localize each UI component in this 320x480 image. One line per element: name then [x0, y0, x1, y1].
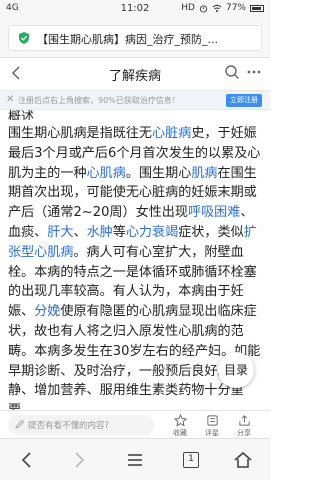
share-icon: [238, 415, 250, 426]
favorite-label: 收藏: [173, 429, 187, 437]
rate-button[interactable]: 评星: [200, 414, 224, 438]
rate-icon: [206, 415, 218, 426]
article-link[interactable]: 呼吸困难: [188, 205, 240, 220]
secure-shield-icon: [19, 32, 29, 44]
register-notice: ✕ 注册后点右上角搜索，90%已获取治疗信息！ 立即注册: [0, 90, 270, 110]
article-link[interactable]: 心力衰竭: [126, 225, 178, 240]
menu-icon[interactable]: [124, 449, 146, 471]
rate-label: 评星: [205, 429, 219, 437]
article-text: 等: [112, 224, 126, 240]
hd-indicator: HD: [181, 3, 195, 13]
url-field[interactable]: 【围生期心肌病】病因_治疗_预防_...: [8, 25, 262, 51]
article-link[interactable]: 心肌病: [87, 166, 126, 181]
article-link[interactable]: 心脏病: [152, 126, 191, 141]
article-text: 围生期心肌病是指既往无: [8, 126, 153, 141]
article-link[interactable]: 肌病: [191, 166, 217, 181]
comment-placeholder: 提否有看不懂的内容？: [28, 421, 114, 431]
comment-input[interactable]: 提否有看不懂的内容？: [8, 415, 154, 435]
battery-icon: [250, 4, 264, 12]
close-icon[interactable]: ✕: [6, 94, 14, 105]
section-heading: 概述: [8, 110, 35, 120]
pen-icon: [15, 419, 25, 429]
battery-percent: 77%: [225, 3, 246, 13]
article-link[interactable]: 分娩: [34, 304, 60, 319]
toc-button[interactable]: 目录: [218, 352, 254, 388]
nav-forward-icon[interactable]: [68, 449, 90, 471]
share-label: 分享: [237, 429, 251, 437]
page-header: 了解疾病: [0, 58, 270, 90]
home-icon[interactable]: [232, 449, 254, 471]
url-text: 【围生期心肌病】病因_治疗_预防_...: [37, 33, 218, 46]
wifi-icon: [212, 4, 222, 12]
tabs-button[interactable]: 1: [180, 449, 202, 471]
notice-text: 注册后点右上角搜索，90%已获取治疗信息！: [18, 96, 180, 105]
search-icon[interactable]: [224, 64, 240, 80]
register-button[interactable]: 立即注册: [226, 94, 262, 107]
browser-nav-bar: 1: [0, 438, 270, 480]
article-link[interactable]: 水肿: [87, 225, 113, 240]
screen: 4G 11:02 HD 77% 【围生期心肌病】病因_治疗_预防_... 了解疾…: [0, 0, 270, 480]
comment-bar: 提否有看不懂的内容？ 收藏 评星 分享: [0, 410, 270, 438]
article-text: 、: [73, 224, 87, 240]
address-bar: 【围生期心肌病】病因_治疗_预防_...: [0, 18, 270, 58]
star-icon: [173, 414, 187, 427]
article-text: 。围生期心: [125, 165, 192, 181]
alarm-icon: [199, 4, 208, 13]
status-right: HD 77%: [181, 3, 264, 13]
article-link[interactable]: 肝大: [47, 225, 73, 240]
tabs-count: 1: [183, 452, 199, 468]
favorite-button[interactable]: 收藏: [168, 414, 192, 438]
article-text: 症状，类似: [178, 224, 244, 240]
nav-back-icon[interactable]: [16, 449, 38, 471]
more-icon[interactable]: [246, 64, 262, 80]
share-button[interactable]: 分享: [232, 414, 256, 438]
status-bar: 4G 11:02 HD 77%: [0, 0, 270, 18]
